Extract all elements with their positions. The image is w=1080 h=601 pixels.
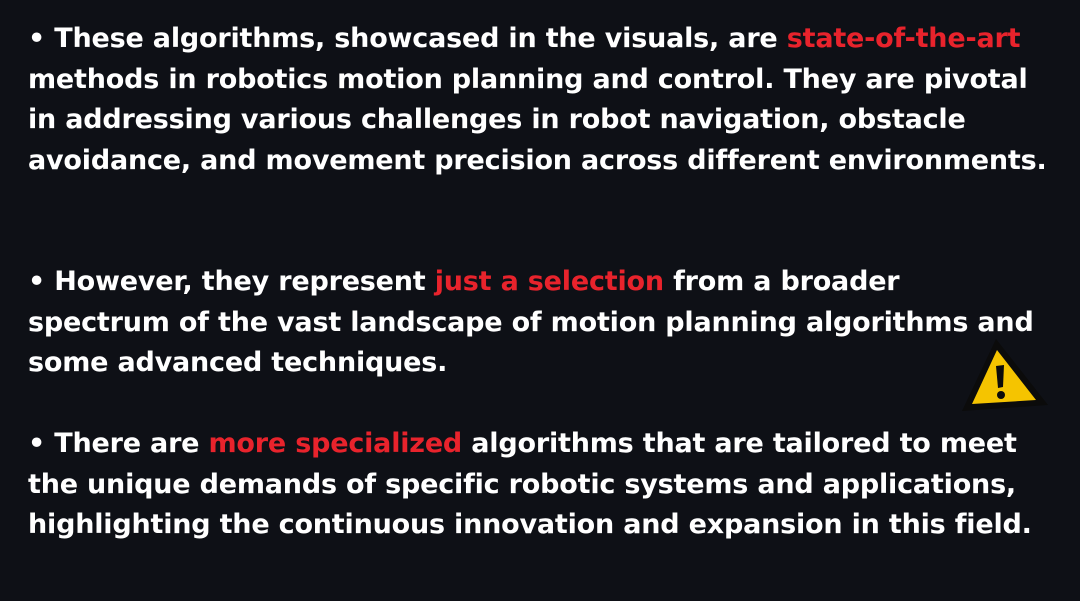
bullet-text-before: These algorithms, showcased in the visua… <box>54 23 787 54</box>
bullet-highlight: state-of-the-art <box>786 23 1021 54</box>
bullet-marker: • <box>28 23 46 54</box>
bullet-text-after: methods in robotics motion planning and … <box>28 63 1047 176</box>
bullet-text-before: There are <box>54 428 209 459</box>
warning-triangle-icon <box>962 339 1048 411</box>
slide: • These algorithms, showcased in the vis… <box>0 0 1080 601</box>
bullet-paragraph-3: • There are more specialized algorithms … <box>28 424 1048 546</box>
bullet-text-before: However, they represent <box>54 266 435 297</box>
warning-exclamation-dot <box>997 391 1005 399</box>
bullet-highlight: just a selection <box>434 266 664 297</box>
bullet-marker: • <box>28 266 46 297</box>
bullet-paragraph-1: • These algorithms, showcased in the vis… <box>28 19 1048 181</box>
bullet-paragraph-2: • However, they represent just a selecti… <box>28 262 1048 384</box>
bullet-marker: • <box>28 428 46 459</box>
bullet-highlight: more specialized <box>208 428 463 459</box>
